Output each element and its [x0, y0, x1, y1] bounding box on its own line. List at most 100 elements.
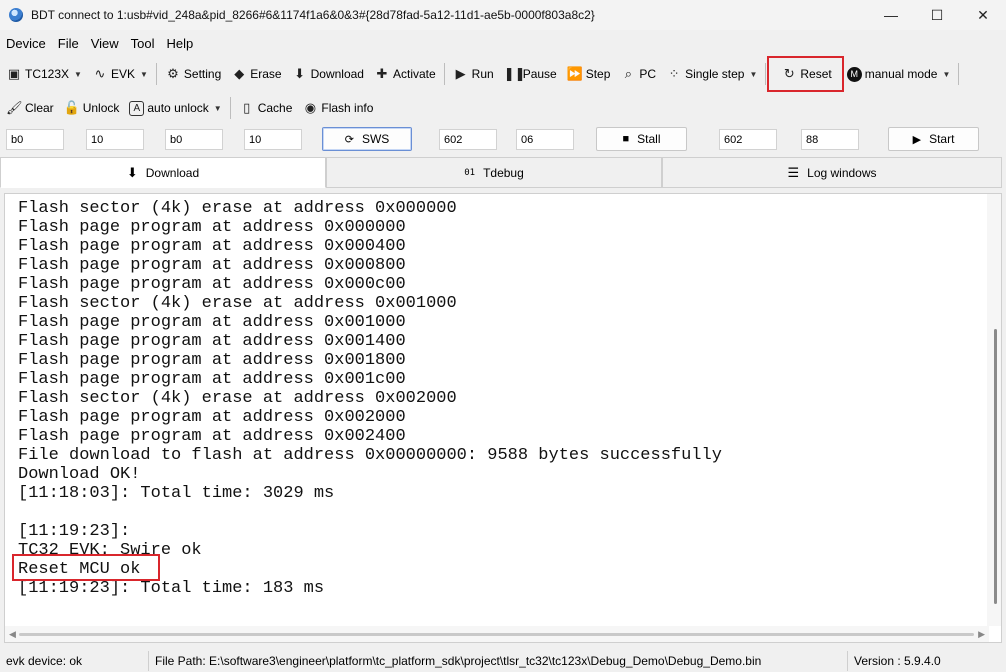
chip-select[interactable]: ▣ TC123X ▼	[0, 61, 87, 87]
close-button[interactable]: ✕	[960, 0, 1006, 30]
log-line: Flash page program at address 0x001400	[18, 332, 406, 351]
menu-view[interactable]: View	[85, 36, 125, 51]
toolbar-divider	[443, 63, 445, 85]
step-icon: ⏩	[566, 66, 583, 81]
pause-button[interactable]: ❚❚ Pause	[499, 61, 562, 87]
binary-icon: 01	[464, 167, 476, 178]
mode-icon: M	[846, 66, 862, 82]
activate-label: Activate	[392, 67, 436, 81]
log-line: [11:19:23]: Total time: 183 ms	[18, 579, 325, 598]
sws-button[interactable]: ⟳ SWS	[322, 127, 412, 151]
erase-button[interactable]: ◆ Erase	[226, 61, 286, 87]
chevron-down-icon: ▼	[74, 69, 82, 79]
menu-help[interactable]: Help	[161, 36, 200, 51]
log-line: Flash page program at address 0x000000	[18, 218, 406, 237]
title-bar: BDT connect to 1:usb#vid_248a&pid_8266#6…	[0, 0, 1006, 30]
register-row: ⟳ SWS ■ Stall ▶ Start	[0, 125, 1006, 155]
tab-download[interactable]: ⬇ Download	[0, 157, 326, 188]
lock-icon: 🔓	[63, 100, 80, 115]
single-step-select[interactable]: ⁘ Single step ▼	[661, 61, 762, 87]
auto-lock-icon: A	[129, 100, 145, 116]
log-line: [11:19:23]:	[18, 522, 131, 541]
unlock-label: Unlock	[82, 101, 120, 115]
step-label: Step	[585, 67, 611, 81]
run-icon: ▶	[455, 66, 466, 81]
start-button[interactable]: ▶ Start	[888, 127, 979, 151]
cache-button[interactable]: ▯ Cache	[234, 95, 298, 121]
menu-tool[interactable]: Tool	[125, 36, 161, 51]
stall-label: Stall	[637, 132, 661, 146]
run-button[interactable]: ▶ Run	[448, 61, 499, 87]
minimize-button[interactable]: —	[868, 0, 914, 30]
log-line: Flash page program at address 0x001c00	[18, 370, 406, 389]
clear-button[interactable]: 🖌 Clear	[0, 95, 59, 121]
log-line: [11:18:03]: Total time: 3029 ms	[18, 484, 335, 503]
log-line: Flash page program at address 0x001800	[18, 351, 406, 370]
gear-icon: ⚙	[167, 66, 179, 81]
tab-tdebug[interactable]: 01 Tdebug	[326, 157, 662, 188]
activate-button[interactable]: ✚ Activate	[369, 61, 441, 87]
chevron-down-icon: ▼	[749, 69, 758, 79]
field-3[interactable]	[165, 129, 223, 150]
field-5[interactable]	[439, 129, 497, 150]
device-status: evk device: ok	[6, 654, 83, 668]
pc-button[interactable]: ⌕ PC	[615, 61, 661, 87]
vertical-scrollbar[interactable]	[987, 194, 1001, 626]
horizontal-scroll-thumb[interactable]	[19, 633, 974, 636]
search-icon: ⌕	[624, 66, 633, 81]
file-path: File Path: E:\software3\engineer\platfor…	[155, 654, 762, 668]
play-icon: ▶	[912, 133, 922, 146]
log-line: Flash page program at address 0x002400	[18, 427, 406, 446]
eraser-icon: ◆	[234, 66, 245, 81]
toolbar-divider	[155, 63, 157, 85]
log-line: Flash sector (4k) erase at address 0x000…	[18, 199, 457, 218]
manual-mode-select[interactable]: M manual mode ▼	[842, 61, 956, 87]
stall-button[interactable]: ■ Stall	[596, 127, 687, 151]
log-line: Flash sector (4k) erase at address 0x001…	[18, 294, 457, 313]
reset-button[interactable]: ↻ Reset	[767, 56, 844, 92]
step-button[interactable]: ⏩ Step	[562, 61, 616, 87]
scroll-right-icon[interactable]: ▶	[978, 629, 985, 640]
download-label: Download	[310, 67, 364, 81]
reset-result-highlight	[12, 554, 160, 581]
auto-unlock-select[interactable]: A auto unlock ▼	[124, 95, 226, 121]
chevron-down-icon: ▼	[942, 69, 951, 79]
field-2[interactable]	[86, 129, 144, 150]
tab-download-label: Download	[145, 165, 200, 180]
field-4[interactable]	[244, 129, 302, 150]
list-icon: ☰	[787, 164, 800, 180]
field-8[interactable]	[801, 129, 859, 150]
download-icon: ⬇	[126, 164, 138, 180]
pc-label: PC	[639, 67, 657, 81]
vertical-scroll-thumb[interactable]	[994, 329, 997, 604]
tab-log-windows[interactable]: ☰ Log windows	[662, 157, 1002, 188]
unlock-button[interactable]: 🔓 Unlock	[59, 95, 125, 121]
menu-file[interactable]: File	[52, 36, 85, 51]
flash-info-button[interactable]: ◉ Flash info	[297, 95, 378, 121]
field-6[interactable]	[516, 129, 574, 150]
maximize-button[interactable]: ☐	[914, 0, 960, 30]
horizontal-scrollbar[interactable]: ◀ ▶	[5, 626, 989, 642]
log-line: Flash sector (4k) erase at address 0x002…	[18, 389, 457, 408]
chip-label: TC123X	[25, 67, 70, 81]
field-1[interactable]	[6, 129, 64, 150]
log-output-panel[interactable]: Flash sector (4k) erase at address 0x000…	[4, 193, 1002, 643]
field-7[interactable]	[719, 129, 777, 150]
download-button[interactable]: ⬇ Download	[287, 61, 369, 87]
window-title: BDT connect to 1:usb#vid_248a&pid_8266#6…	[31, 8, 595, 22]
toolbar-divider	[765, 63, 767, 85]
reset-label: Reset	[800, 67, 832, 81]
tab-log-windows-label: Log windows	[807, 165, 877, 180]
flash-info-label: Flash info	[321, 101, 374, 115]
pause-icon: ❚❚	[503, 66, 526, 81]
log-line: Flash page program at address 0x002000	[18, 408, 406, 427]
sws-label: SWS	[361, 132, 390, 146]
setting-button[interactable]: ⚙ Setting	[160, 61, 226, 87]
board-select[interactable]: ∿ EVK ▼	[87, 61, 153, 87]
refresh-icon: ⟳	[344, 133, 354, 146]
tab-tdebug-label: Tdebug	[483, 165, 524, 180]
plus-icon: ✚	[376, 66, 388, 81]
menu-device[interactable]: Device	[0, 36, 52, 51]
scroll-left-icon[interactable]: ◀	[9, 629, 16, 640]
secondary-toolbar: 🖌 Clear 🔓 Unlock A auto unlock ▼ ▯ Cache…	[0, 92, 1006, 124]
